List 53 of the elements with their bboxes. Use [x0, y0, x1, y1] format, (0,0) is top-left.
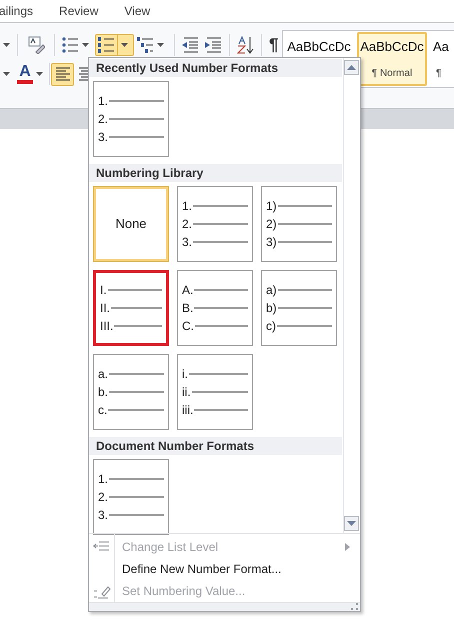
number-format-tile[interactable]: None [93, 186, 169, 262]
menu-item[interactable]: Define New Number Format... [89, 558, 360, 580]
number-format-tile[interactable]: 1) 2) 3) [261, 186, 337, 262]
list-marker: A. [182, 283, 194, 297]
font-color-letter: A [19, 64, 31, 80]
list-marker: 2. [98, 112, 108, 126]
list-marker: I. [100, 283, 107, 297]
list-marker: II. [100, 301, 110, 315]
style-card[interactable]: AaBbCcDc ¶ Normal [357, 32, 427, 86]
number-format-tile[interactable]: 1. 2. 3. [177, 186, 253, 262]
number-format-tile[interactable]: a) b) c) [261, 270, 337, 346]
list-marker: c) [266, 319, 276, 333]
number-format-tile[interactable]: i. ii. iii. [177, 354, 253, 430]
list-marker: ii. [182, 385, 191, 399]
list-marker: 3) [266, 235, 277, 249]
ribbon-tab[interactable]: Review [59, 2, 98, 20]
font-color-button[interactable]: A [15, 62, 48, 86]
list-marker: a. [98, 367, 108, 381]
list-marker: 1. [98, 94, 108, 108]
list-marker: iii. [182, 403, 194, 417]
list-marker: c. [98, 403, 108, 417]
list-marker: 1. [182, 199, 192, 213]
list-marker: a) [266, 283, 277, 297]
number-format-tile[interactable]: 1. 2. 3. [93, 459, 169, 535]
list-marker: b. [98, 385, 108, 399]
list-marker: 3. [182, 235, 192, 249]
list-marker: C. [182, 319, 194, 333]
style-card[interactable]: Aa ¶ [430, 32, 454, 86]
section-header: Recently Used Number Formats [89, 59, 342, 77]
number-format-tile[interactable]: I. II. III. [93, 270, 169, 346]
style-name: ¶ [435, 67, 442, 81]
list-marker: B. [182, 301, 194, 315]
list-marker: 3. [98, 130, 108, 144]
number-format-tile[interactable]: 1. 2. 3. [93, 81, 169, 157]
list-marker: 2. [182, 217, 192, 231]
ribbon-tab[interactable]: View [124, 2, 150, 20]
number-format-tile[interactable]: a. b. c. [93, 354, 169, 430]
list-marker: b) [266, 301, 277, 315]
style-sample: Aa [433, 39, 449, 54]
style-sample: AaBbCcDc [360, 39, 424, 54]
style-name: ¶ Normal [372, 67, 412, 81]
list-marker: 2. [98, 490, 108, 504]
list-marker: i. [182, 367, 188, 381]
show-formatting-button[interactable]: ¶ [266, 34, 282, 56]
list-marker: III. [100, 319, 114, 333]
style-sample: AaBbCcDc [287, 39, 351, 54]
section-header: Document Number Formats [89, 437, 342, 455]
section-header: Numbering Library [89, 164, 342, 182]
list-marker: 1. [98, 472, 108, 486]
number-format-tile[interactable]: A. B. C. [177, 270, 253, 346]
list-marker: 1) [266, 199, 277, 213]
list-marker: 2) [266, 217, 277, 231]
list-marker: 3. [98, 508, 108, 522]
